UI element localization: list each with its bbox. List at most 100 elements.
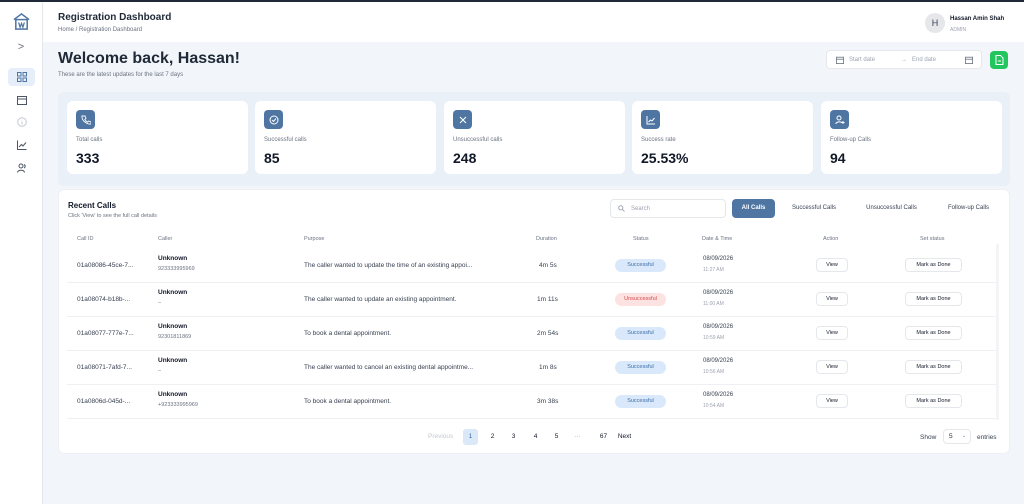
- calendar-icon: [836, 56, 844, 64]
- stat-value: 85: [264, 150, 280, 166]
- pagination-next[interactable]: Next: [617, 429, 632, 445]
- sidebar-item-users[interactable]: [8, 159, 35, 177]
- stat-value: 25.53%: [641, 150, 689, 166]
- caller-name: Unknown: [158, 323, 188, 330]
- page-button-4[interactable]: 4: [528, 429, 543, 445]
- phone-icon: [76, 110, 95, 129]
- mark-as-done-button[interactable]: Mark as Done: [905, 394, 962, 408]
- table-row: 01a08086-45ce-7... Unknown 923333995969 …: [67, 249, 999, 283]
- table-row: 01a08077-777e-7... Unknown 92301811869 T…: [67, 317, 999, 351]
- caller-name: Unknown: [158, 357, 188, 364]
- show-label: Show: [920, 434, 937, 441]
- caller-phone: –: [158, 368, 162, 374]
- logo-icon: [13, 12, 30, 30]
- filter-follow-up-calls[interactable]: Follow-up Calls: [936, 199, 1001, 218]
- column-header-action: Action: [823, 236, 839, 242]
- stat-label: Follow-up Calls: [830, 137, 872, 143]
- call-id: 01a08077-777e-7...: [77, 330, 134, 337]
- info-icon: [16, 117, 27, 127]
- stat-label: Unsuccessful calls: [453, 137, 503, 143]
- call-time: 11:00 AM: [703, 301, 724, 307]
- view-button[interactable]: View: [816, 258, 848, 272]
- users-icon: [16, 163, 26, 173]
- filter-successful-calls[interactable]: Successful Calls: [781, 199, 847, 218]
- stat-value: 333: [76, 150, 100, 166]
- call-id: 01a08086-45ce-7...: [77, 262, 134, 269]
- grid-icon: [16, 72, 27, 82]
- sidebar-item-calendar[interactable]: [8, 91, 35, 109]
- pagination-previous[interactable]: Previous: [428, 429, 453, 445]
- search-icon: [618, 205, 625, 212]
- user-follow-icon: [830, 110, 849, 129]
- sidebar-item-info[interactable]: [8, 113, 35, 131]
- column-header-caller: Caller: [158, 236, 173, 242]
- sidebar: >: [0, 2, 43, 504]
- mark-as-done-button[interactable]: Mark as Done: [905, 292, 962, 306]
- stat-card-total-calls: Total calls 333: [67, 101, 248, 174]
- page-button-5[interactable]: 5: [549, 429, 564, 445]
- page-button-3[interactable]: 3: [506, 429, 521, 445]
- mark-as-done-button[interactable]: Mark as Done: [905, 360, 962, 374]
- caller-phone: 923333995969: [158, 266, 195, 272]
- table-row: 01a08074-b18b-... Unknown – The caller w…: [67, 283, 999, 317]
- call-purpose: To book a dental appointment.: [304, 398, 392, 405]
- call-purpose: The caller wanted to cancel an existing …: [304, 364, 474, 371]
- page-button-1[interactable]: 1: [463, 429, 478, 445]
- caller-phone: 92301811869: [158, 334, 192, 340]
- call-date: 08/09/2026: [703, 256, 734, 262]
- stat-label: Total calls: [76, 137, 103, 143]
- mark-as-done-button[interactable]: Mark as Done: [905, 326, 962, 340]
- page-size-select[interactable]: 5 ⌄: [943, 429, 971, 444]
- user-role: ADMIN: [950, 27, 967, 33]
- sidebar-item-analytics[interactable]: [8, 136, 35, 154]
- table-row: 01a0806d-045d-... Unknown +923333995969 …: [67, 385, 999, 419]
- avatar[interactable]: H: [925, 13, 945, 33]
- user-name: Hassan Amin Shah: [950, 16, 1005, 22]
- stat-label: Success rate: [641, 137, 676, 143]
- table-scrollbar[interactable]: [996, 244, 999, 420]
- caller-phone: +923333995969: [158, 402, 198, 408]
- filter-unsuccessful-calls[interactable]: Unsuccessful Calls: [854, 199, 929, 218]
- column-header-purpose: Purpose: [304, 236, 325, 242]
- page-button-last[interactable]: 67: [596, 429, 611, 445]
- call-id: 01a08071-7afd-7...: [77, 364, 132, 371]
- entries-label: entries: [977, 434, 997, 441]
- end-date-input[interactable]: End date: [912, 57, 936, 63]
- page-subtitle: These are the latest updates for the las…: [58, 72, 184, 78]
- stat-card-follow-up-calls: Follow-up Calls 94: [821, 101, 1002, 174]
- call-duration: 1m 8s: [539, 364, 557, 371]
- header: Registration Dashboard Home / Registrati…: [43, 2, 1024, 42]
- pagination-ellipsis: ···: [574, 433, 581, 440]
- call-time: 10:56 AM: [703, 369, 725, 375]
- chart-icon: [16, 140, 26, 150]
- recent-calls-panel: Recent Calls Click 'View' to see the ful…: [58, 189, 1010, 454]
- date-range-picker[interactable]: Start date → End date: [826, 50, 982, 69]
- view-button[interactable]: View: [816, 326, 848, 340]
- x-icon: [453, 110, 472, 129]
- view-button[interactable]: View: [816, 360, 848, 374]
- check-circle-icon: [264, 110, 283, 129]
- calendar-icon: [965, 56, 973, 64]
- section-subtitle: Click 'View' to see the full call detail…: [68, 213, 157, 219]
- chevron-right-icon[interactable]: >: [14, 40, 28, 54]
- calendar-icon: [16, 96, 27, 105]
- call-date: 08/09/2026: [703, 290, 734, 296]
- start-date-input[interactable]: Start date: [849, 57, 875, 63]
- caller-phone: –: [158, 300, 162, 306]
- view-button[interactable]: View: [816, 394, 848, 408]
- call-purpose: The caller wanted to update an existing …: [304, 296, 457, 303]
- stat-card-successful-calls: Successful calls 85: [255, 101, 436, 174]
- search-input[interactable]: Search: [610, 199, 726, 218]
- view-button[interactable]: View: [816, 292, 848, 306]
- call-time: 10:54 AM: [703, 403, 725, 409]
- page-button-2[interactable]: 2: [485, 429, 500, 445]
- sidebar-item-dashboard[interactable]: [8, 68, 35, 86]
- section-title: Recent Calls: [68, 201, 117, 210]
- stat-label: Successful calls: [264, 137, 307, 143]
- mark-as-done-button[interactable]: Mark as Done: [905, 258, 962, 272]
- filter-all-calls[interactable]: All Calls: [732, 199, 775, 218]
- export-button[interactable]: [990, 51, 1008, 69]
- call-date: 08/09/2026: [703, 324, 734, 330]
- call-time: 11:27 AM: [703, 267, 724, 273]
- column-header-date-time: Date & Time: [702, 236, 733, 242]
